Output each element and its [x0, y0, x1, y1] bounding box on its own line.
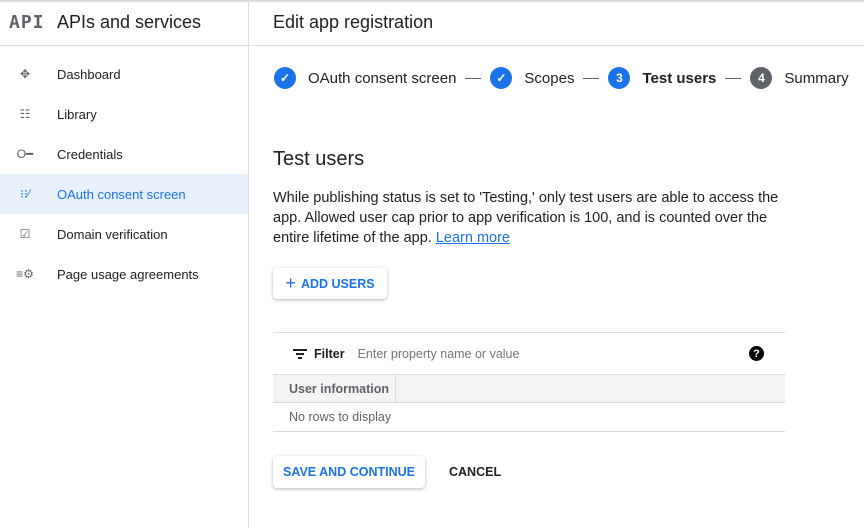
- filter-bar: Filter ?: [273, 333, 785, 374]
- page-header: Edit app registration: [249, 0, 864, 46]
- key-icon: O━: [16, 147, 34, 161]
- add-users-button[interactable]: + ADD USERS: [273, 268, 387, 299]
- sidebar-item-label: OAuth consent screen: [57, 186, 186, 202]
- api-logo: API: [9, 12, 45, 33]
- step-oauth-consent-screen[interactable]: OAuth consent screen: [308, 70, 456, 87]
- filter-label: Filter: [314, 346, 345, 361]
- page-title: Edit app registration: [273, 12, 434, 32]
- stepper: ✓ OAuth consent screen ✓ Scopes 3 Test user…: [274, 67, 849, 89]
- sidebar-item-dashboard[interactable]: ✥ Dashboard: [0, 54, 248, 94]
- sidebar-nav: ✥ Dashboard ☷ Library O━ Credentials ⁝⁝⁄ OAu…: [0, 46, 248, 294]
- section-description: While publishing status is set to 'Testi…: [273, 188, 793, 248]
- sidebar: API APIs and services ✥ Dashboard ☷ Librar…: [0, 0, 249, 528]
- sidebar-item-label: Library: [57, 106, 97, 122]
- step-divider: [725, 77, 742, 79]
- sidebar-item-domain-verification[interactable]: ☑ Domain verification: [0, 214, 248, 254]
- check-icon: ✓: [274, 67, 296, 89]
- section-title: Test users: [273, 148, 365, 170]
- product-title: APIs and services: [57, 12, 202, 32]
- description-text: While publishing status is set to 'Testi…: [273, 190, 779, 246]
- sidebar-item-label: Domain verification: [57, 226, 168, 242]
- sidebar-item-credentials[interactable]: O━ Credentials: [0, 134, 248, 174]
- filter-icon: [293, 348, 307, 359]
- dashboard-icon: ✥: [19, 67, 31, 81]
- check-icon: ✓: [490, 67, 513, 89]
- step-divider: [583, 77, 600, 79]
- step-number-4: 4: [750, 67, 773, 89]
- filter-input[interactable]: [357, 346, 749, 361]
- library-icon: ☷: [19, 107, 31, 121]
- step-number-3: 3: [608, 67, 631, 89]
- sidebar-item-library[interactable]: ☷ Library: [0, 94, 248, 134]
- settings-list-icon: ≡⚙: [16, 267, 34, 281]
- sidebar-item-label: Credentials: [57, 146, 123, 162]
- sidebar-item-page-usage-agreements[interactable]: ≡⚙ Page usage agreements: [0, 254, 248, 294]
- step-test-users[interactable]: Test users: [642, 70, 716, 87]
- checkbox-icon: ☑: [19, 227, 31, 241]
- cancel-button[interactable]: CANCEL: [449, 456, 501, 488]
- step-divider: [465, 77, 482, 79]
- table-header: User information: [273, 374, 785, 403]
- save-and-continue-button[interactable]: SAVE AND CONTINUE: [273, 456, 425, 488]
- sidebar-item-label: Dashboard: [57, 66, 121, 82]
- sidebar-item-label: Page usage agreements: [57, 266, 199, 282]
- empty-table-message: No rows to display: [273, 403, 785, 432]
- sidebar-brand: API APIs and services: [0, 0, 248, 46]
- learn-more-link[interactable]: Learn more: [436, 230, 510, 246]
- plus-icon: +: [285, 273, 296, 293]
- oauth-icon: ⁝⁝⁄: [20, 187, 30, 201]
- column-header-user-information[interactable]: User information: [273, 375, 396, 402]
- sidebar-item-oauth-consent-screen[interactable]: ⁝⁝⁄ OAuth consent screen: [0, 174, 248, 214]
- step-scopes[interactable]: Scopes: [524, 70, 574, 87]
- test-users-table: Filter ? User information No rows to dis…: [273, 332, 785, 432]
- add-users-label: ADD USERS: [300, 276, 375, 291]
- step-summary[interactable]: Summary: [784, 70, 848, 87]
- help-icon[interactable]: ?: [749, 346, 764, 361]
